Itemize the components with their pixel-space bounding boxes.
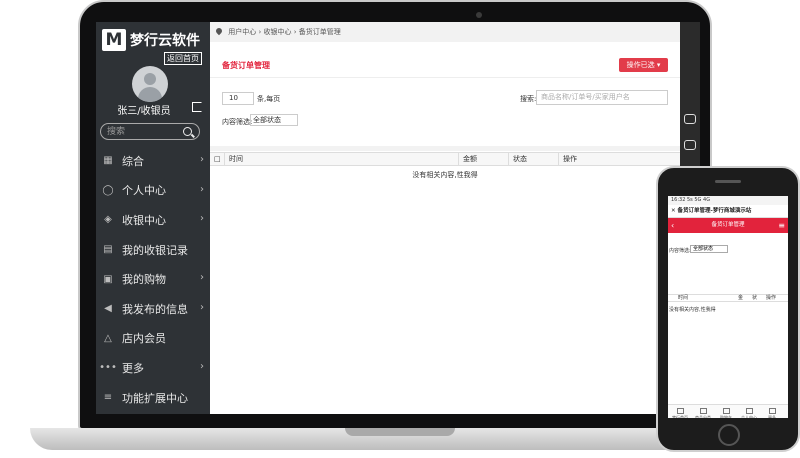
tab-categories[interactable]: 商品分类 [693, 408, 713, 418]
tab-more[interactable]: 更多 [762, 408, 782, 418]
sidebar-search-input[interactable] [107, 125, 179, 138]
page-title: 备货订单管理 [222, 61, 270, 70]
sidebar-item-general[interactable]: ▦ 综合 › [96, 146, 210, 176]
record-icon: ▤ [103, 244, 113, 256]
sidebar-item-personal[interactable]: ◯ 个人中心 › [96, 176, 210, 206]
sidebar-item-published[interactable]: ◀ 我发布的信息 › [96, 294, 210, 324]
grid-icon: ▦ [103, 155, 113, 167]
avatar[interactable] [132, 66, 168, 102]
sidebar-item-label: 店内会员 [122, 332, 166, 346]
logout-icon[interactable] [192, 102, 202, 112]
chevron-right-icon: › [200, 213, 204, 225]
column-time[interactable]: 时间 [224, 153, 458, 166]
column-status[interactable]: 状态 [508, 153, 558, 166]
tab-cart[interactable]: 购物车 [716, 408, 736, 418]
laptop-notch [345, 428, 455, 436]
cashier-icon: ◈ [104, 214, 112, 226]
phone-status-filter[interactable]: 全部状态 [690, 245, 728, 253]
phone-tab-bar: 梦行首页 商品分类 购物车 个人中心 更多 [668, 404, 788, 418]
page-length-label: 条,每页 [257, 95, 281, 103]
bulk-action-button[interactable]: 操作已选 ▾ [619, 58, 668, 72]
main-content: 用户中心 › 收银中心 › 备货订单管理 备货订单管理 操作已选 ▾ 10 条,… [210, 22, 680, 414]
phone-page-title: ✕ 备货订单管理-梦行商城演示站 [668, 205, 788, 218]
status-filter-select[interactable]: 全部状态 [250, 114, 298, 126]
sidebar-item-members[interactable]: △ 店内会员 [96, 324, 210, 354]
message-icon[interactable] [684, 140, 696, 150]
sidebar-item-label: 我发布的信息 [122, 302, 188, 316]
brand-name: 梦行云软件 [130, 33, 200, 49]
wechat-icon[interactable] [684, 114, 696, 124]
page-length-select[interactable]: 10 [222, 92, 254, 105]
phone-frame: 16:32 5s 5G 4G ✕ 备货订单管理-梦行商城演示站 ‹ 备货订单管理… [656, 166, 800, 452]
phone-column-time[interactable]: 时间 [678, 295, 688, 302]
phone-column-status[interactable]: 状 [752, 295, 757, 302]
sidebar-item-label: 更多 [122, 361, 144, 375]
breadcrumb: 用户中心 › 收银中心 › 备货订单管理 [210, 22, 680, 42]
filter-label: 内容筛选: [222, 118, 253, 126]
table-search-label: 搜索: [520, 95, 537, 103]
search-icon[interactable] [183, 127, 192, 136]
chevron-right-icon: › [200, 272, 204, 284]
sidebar-item-label: 我的购物 [122, 273, 166, 287]
camera-dot [476, 12, 482, 18]
sidebar-item-shopping[interactable]: ▣ 我的购物 › [96, 264, 210, 294]
phone-speaker [715, 180, 741, 183]
breadcrumb-text[interactable]: 用户中心 › 收银中心 › 备货订单管理 [228, 28, 341, 36]
sidebar-item-label: 功能扩展中心 [122, 391, 188, 405]
user-icon: ◯ [102, 184, 114, 196]
laptop-screen: M 梦行云软件 返回首页 张三/收银员 ▦ 综合 › ◯ 个人中心 [96, 22, 700, 414]
phone-header: ‹ 备货订单管理 ≡ [668, 218, 788, 233]
sidebar-item-extensions[interactable]: ≡ 功能扩展中心 [96, 383, 210, 413]
menu-lines-icon: ≡ [103, 392, 113, 404]
phone-home-button[interactable] [718, 424, 740, 446]
chevron-right-icon: › [200, 361, 204, 373]
column-amount[interactable]: 金额 [458, 153, 508, 166]
phone-title-text: 备货订单管理-梦行商城演示站 [677, 208, 752, 214]
sidebar-item-more[interactable]: ••• 更多 › [96, 353, 210, 383]
back-icon[interactable]: ‹ [671, 218, 674, 233]
table-header: □ 时间 金额 状态 操作 [210, 152, 680, 166]
sidebar-item-cashier[interactable]: ◈ 收银中心 › [96, 205, 210, 235]
panel-header: 备货订单管理 操作已选 ▾ [210, 54, 680, 78]
chevron-right-icon: › [200, 301, 204, 313]
hamburger-icon[interactable]: ≡ [778, 218, 785, 233]
sidebar-item-label: 个人中心 [122, 184, 166, 198]
devices-showcase: M 梦行云软件 返回首页 张三/收银员 ▦ 综合 › ◯ 个人中心 [0, 0, 800, 458]
sidebar-item-label: 收银中心 [122, 213, 166, 227]
username: 张三/收银员 [117, 106, 171, 117]
sidebar-item-label: 综合 [122, 154, 144, 168]
back-home-link[interactable]: 返回首页 [164, 52, 202, 65]
sidebar-search [100, 123, 200, 140]
chevron-right-icon: › [200, 154, 204, 165]
chevron-right-icon: › [200, 183, 204, 195]
column-actions: 操作 [558, 153, 680, 166]
member-icon: △ [104, 332, 112, 344]
table-search-input[interactable]: 商品名称/订单号/买家用户名 [536, 90, 668, 105]
cart-icon: ▣ [103, 273, 113, 285]
sidebar-item-label: 我的收银记录 [122, 243, 188, 257]
phone-screen: 16:32 5s 5G 4G ✕ 备货订单管理-梦行商城演示站 ‹ 备货订单管理… [668, 196, 788, 418]
megaphone-icon: ◀ [104, 303, 112, 315]
sidebar-item-records[interactable]: ▤ 我的收银记录 [96, 235, 210, 265]
divider [210, 146, 680, 151]
phone-header-title: 备货订单管理 [711, 222, 745, 228]
location-icon [214, 26, 224, 36]
phone-filter-label: 内容筛选: [669, 248, 691, 254]
tab-home[interactable]: 梦行首页 [670, 408, 690, 418]
phone-empty-message: 没有相关内容,性我得 [669, 307, 716, 313]
brand-logo[interactable]: M 梦行云软件 [102, 26, 200, 54]
phone-table-header: 时间 金 状 操作 [668, 294, 788, 302]
phone-status-bar: 16:32 5s 5G 4G [668, 196, 788, 205]
sidebar: M 梦行云软件 返回首页 张三/收银员 ▦ 综合 › ◯ 个人中心 [96, 22, 210, 414]
phone-column-actions: 操作 [766, 295, 777, 301]
more-dots-icon: ••• [99, 362, 117, 374]
logo-mark: M [102, 29, 126, 51]
empty-table-message: 没有相关内容,性我得 [412, 171, 478, 179]
select-all-checkbox[interactable]: □ [210, 153, 224, 166]
phone-column-amount[interactable]: 金 [738, 295, 743, 302]
sidebar-menu: ▦ 综合 › ◯ 个人中心 › ◈ 收银中心 › ▤ 我的收银记录 ▣ 我的购物… [96, 146, 210, 412]
tab-profile[interactable]: 个人中心 [739, 408, 759, 418]
